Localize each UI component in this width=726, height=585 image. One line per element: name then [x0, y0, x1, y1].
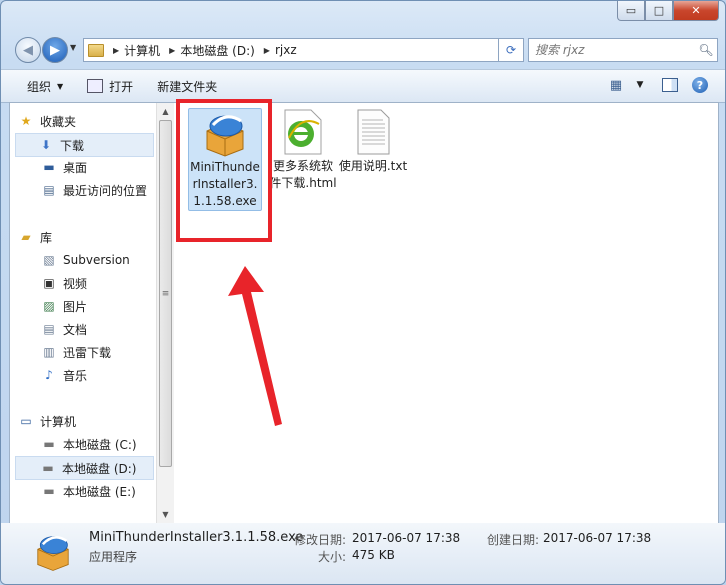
- file-item-txt[interactable]: 使用说明.txt: [338, 108, 408, 175]
- organize-button[interactable]: 组织 ▼: [19, 74, 71, 98]
- refresh-icon: ⟳: [505, 43, 517, 57]
- chevron-down-icon: ▼: [57, 81, 64, 91]
- command-bar: 组织 ▼ 打开 新建文件夹 ▦ ▼ ?: [1, 69, 725, 103]
- view-grid-icon: ▦: [609, 77, 623, 93]
- search-icon[interactable]: 🔍︎: [695, 43, 717, 57]
- nav-computer[interactable]: ▭ 计算机: [18, 410, 164, 432]
- search-box[interactable]: 🔍︎: [528, 38, 718, 62]
- hard-drive-icon: ▬: [43, 484, 55, 498]
- music-note-icon: ♪: [45, 368, 53, 382]
- minimize-button[interactable]: ▭: [617, 1, 645, 21]
- file-item-html[interactable]: 更多系统软件下载.html: [268, 108, 338, 192]
- hard-drive-icon: ▬: [42, 461, 54, 475]
- details-type: 应用程序: [89, 550, 138, 564]
- document-library-icon: ▧: [43, 253, 55, 267]
- red-arrow-annotation: [228, 266, 282, 426]
- nav-downloads[interactable]: ⬇ 下载: [15, 133, 154, 157]
- scroll-up-icon[interactable]: ▲: [157, 103, 174, 120]
- file-name: 更多系统软件下载.html: [269, 159, 337, 190]
- breadcrumb-drive-d[interactable]: 本地磁盘 (D:): [180, 42, 254, 59]
- nav-drive-d[interactable]: ▬ 本地磁盘 (D:): [15, 456, 154, 480]
- download-folder-icon: ⬇: [40, 138, 52, 152]
- star-icon: ★: [20, 114, 32, 128]
- help-icon: ?: [692, 77, 708, 93]
- file-name: 使用说明.txt: [338, 159, 408, 173]
- address-bar[interactable]: ▶ 计算机 ▶ 本地磁盘 (D:) ▶ rjxz ▼: [83, 38, 521, 62]
- navigation-pane: ★ 收藏夹 ⬇ 下载 ▬ 桌面 ▤ 最近访问的位置 ▰ 库 ▧ Subversi…: [10, 103, 156, 523]
- address-row: ◀ ▶ ▼ ▶ 计算机 ▶ 本地磁盘 (D:) ▶ rjxz ▼ ⟳ 🔍︎: [1, 33, 725, 67]
- downloads-library-icon: ▥: [43, 345, 55, 359]
- desktop-icon: ▬: [43, 160, 55, 174]
- breadcrumb-rjxz[interactable]: rjxz: [275, 43, 297, 57]
- maximize-button[interactable]: □: [645, 1, 673, 21]
- window-controls: ▭ □ ✕: [617, 1, 719, 23]
- computer-icon: ▭: [20, 414, 32, 428]
- open-app-icon: [87, 79, 104, 93]
- highlight-box: [176, 99, 272, 242]
- help-button[interactable]: ?: [689, 74, 711, 96]
- video-library-icon: ▣: [43, 276, 55, 290]
- created-label: 创建日期:: [487, 533, 540, 547]
- view-controls: ▦ ▼ ?: [597, 74, 711, 96]
- size-value: 475 KB: [352, 548, 395, 562]
- forward-button[interactable]: ▶: [42, 37, 68, 63]
- created-value: 2017-06-07 17:38: [543, 531, 652, 545]
- nav-scrollbar[interactable]: ▲ ≡ ▼: [156, 103, 174, 523]
- new-folder-button[interactable]: 新建文件夹: [149, 74, 225, 98]
- details-filename: MiniThunderInstaller3.1.1.58.exe: [89, 530, 304, 545]
- scrollbar-thumb[interactable]: ≡: [159, 120, 172, 467]
- open-button[interactable]: 打开: [79, 74, 141, 98]
- arrow-left-icon: ◀: [23, 42, 33, 58]
- close-button[interactable]: ✕: [673, 1, 719, 21]
- refresh-button[interactable]: ⟳: [498, 38, 524, 62]
- preview-pane-icon: [662, 78, 678, 92]
- chevron-right-icon[interactable]: ▶: [169, 46, 175, 55]
- installer-icon: [37, 536, 69, 571]
- modified-label: 修改日期:: [294, 533, 347, 547]
- arrow-right-icon: ▶: [50, 42, 60, 58]
- view-dropdown-button[interactable]: ▼: [629, 74, 651, 96]
- recent-pages-dropdown[interactable]: ▼: [70, 43, 76, 52]
- nav-libraries[interactable]: ▰ 库: [18, 226, 164, 248]
- library-icon: ▰: [21, 230, 31, 244]
- folder-icon: [88, 43, 104, 57]
- preview-pane-button[interactable]: [659, 74, 681, 96]
- modified-value: 2017-06-07 17:38: [352, 531, 461, 545]
- scroll-down-icon[interactable]: ▼: [157, 506, 174, 523]
- ie-html-icon: [284, 109, 322, 155]
- back-button[interactable]: ◀: [15, 37, 41, 63]
- search-input[interactable]: [529, 42, 695, 58]
- chevron-right-icon[interactable]: ▶: [264, 46, 270, 55]
- details-pane: MiniThunderInstaller3.1.1.58.exe 应用程序 修改…: [1, 523, 725, 584]
- size-label: 大小:: [318, 550, 347, 564]
- explorer-window: ▭ □ ✕ ◀ ▶ ▼ ▶ 计算机 ▶ 本地磁盘 (D:) ▶ rjxz ▼ ⟳…: [0, 0, 726, 585]
- chevron-right-icon[interactable]: ▶: [113, 46, 119, 55]
- text-document-icon: [357, 109, 390, 155]
- file-list: MiniThunderInstaller3.1.1.58.exe 更多系统软件下…: [174, 99, 718, 523]
- picture-library-icon: ▨: [43, 299, 55, 313]
- breadcrumb-computer[interactable]: 计算机: [124, 42, 160, 59]
- recent-places-icon: ▤: [43, 183, 55, 197]
- content-area: ★ 收藏夹 ⬇ 下载 ▬ 桌面 ▤ 最近访问的位置 ▰ 库 ▧ Subversi…: [9, 99, 719, 524]
- nav-favorites[interactable]: ★ 收藏夹: [18, 110, 164, 132]
- system-drive-icon: ▬: [43, 437, 55, 451]
- view-options-button[interactable]: ▦: [605, 74, 627, 96]
- documents-icon: ▤: [43, 322, 55, 336]
